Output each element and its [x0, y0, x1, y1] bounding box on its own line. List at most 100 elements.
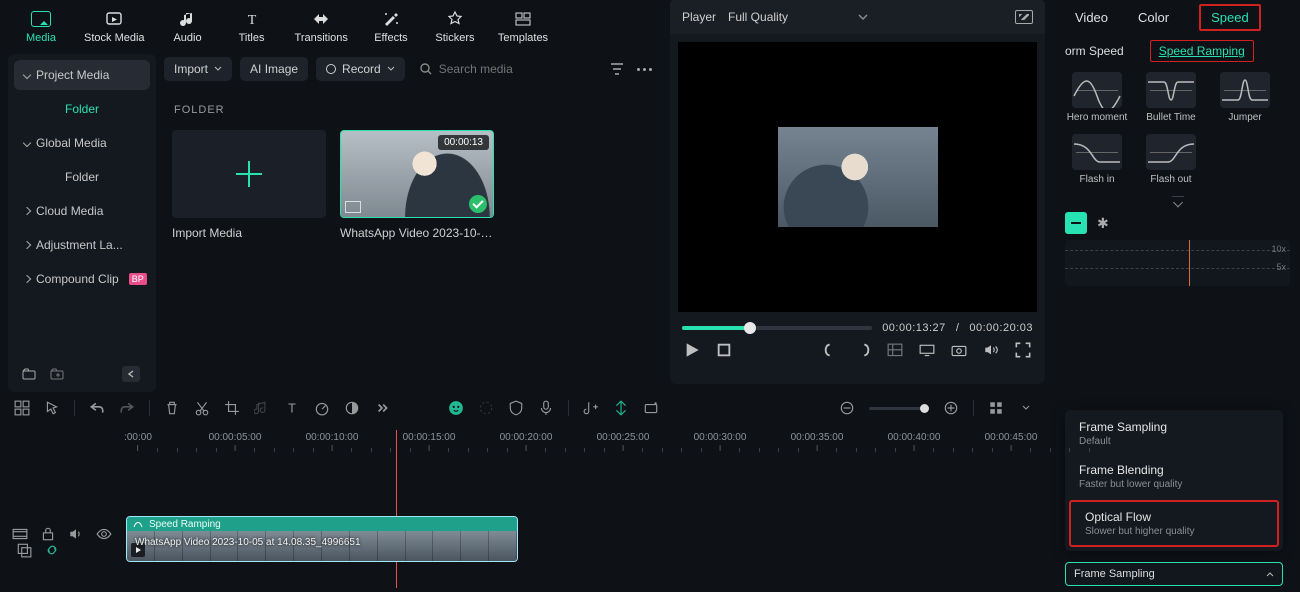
preset-bullet-time[interactable]: Bullet Time	[1139, 72, 1203, 124]
preset-hero-moment[interactable]: Hero moment	[1065, 72, 1129, 124]
crop-button[interactable]	[224, 400, 240, 416]
mute-icon[interactable]	[68, 526, 84, 542]
sidebar-project-media[interactable]: Project Media	[14, 60, 150, 90]
fullscreen-icon[interactable]	[1015, 342, 1031, 358]
eye-icon[interactable]	[96, 526, 112, 542]
snapshot-button[interactable]	[951, 342, 967, 358]
track-options-icon[interactable]	[1018, 400, 1034, 416]
sidebar-cloud-media[interactable]: Cloud Media	[14, 196, 150, 226]
play-button[interactable]	[684, 342, 700, 358]
new-folder-icon[interactable]	[22, 367, 36, 381]
tab-effects[interactable]: Effects	[370, 10, 412, 44]
video-tile[interactable]: 00:00:13 WhatsApp Video 2023-10-05...	[340, 130, 494, 240]
shield-icon[interactable]	[508, 400, 524, 416]
preset-jumper[interactable]: Jumper	[1213, 72, 1277, 124]
speed-ramp-graph[interactable]: 10x 5x	[1065, 240, 1290, 286]
tab-stickers[interactable]: Stickers	[434, 10, 476, 44]
freeze-frame-icon[interactable]: ✱	[1097, 215, 1109, 232]
search-input[interactable]	[439, 62, 549, 76]
zoom-in-button[interactable]	[943, 400, 959, 416]
player-label: Player	[682, 10, 716, 24]
time-ruler[interactable]: :00:0000:00:05:0000:00:10:0000:00:15:000…	[124, 432, 1040, 460]
grid-view-icon[interactable]	[14, 400, 30, 416]
mode-speed-ramping[interactable]: Speed Ramping	[1150, 40, 1254, 62]
undo-button[interactable]	[89, 400, 105, 416]
sidebar-folder-2[interactable]: Folder	[14, 162, 150, 192]
option-optical-flow[interactable]: Optical Flow Slower but higher quality	[1069, 500, 1279, 547]
player-viewport[interactable]	[678, 42, 1037, 312]
ratio-icon[interactable]	[887, 342, 903, 358]
zoom-out-button[interactable]	[839, 400, 855, 416]
audio-sync-icon[interactable]	[583, 400, 599, 416]
sidebar-global-media[interactable]: Global Media	[14, 128, 150, 158]
option-frame-sampling[interactable]: Frame Sampling Default	[1065, 412, 1283, 455]
inspector-tab-video[interactable]: Video	[1075, 10, 1108, 25]
interpolation-popup: Frame Sampling Default Frame Blending Fa…	[1065, 410, 1283, 551]
marker-icon[interactable]	[613, 400, 629, 416]
tab-stock-media[interactable]: Stock Media	[84, 10, 145, 44]
render-icon[interactable]	[643, 400, 659, 416]
more-tools-icon[interactable]	[374, 400, 390, 416]
more-options-icon[interactable]	[633, 64, 656, 75]
sidebar-adjustment-layer[interactable]: Adjustment La...	[14, 230, 150, 260]
import-button[interactable]: Import	[164, 57, 232, 81]
copy-track-icon[interactable]	[16, 542, 32, 558]
tab-transitions[interactable]: Transitions	[295, 10, 348, 44]
option-frame-blending[interactable]: Frame Blending Faster but lower quality	[1065, 455, 1283, 498]
zoom-knob[interactable]	[920, 404, 929, 413]
cut-button[interactable]	[194, 400, 210, 416]
track-display-icon[interactable]	[988, 400, 1004, 416]
zoom-slider[interactable]	[869, 407, 929, 410]
lock-icon[interactable]	[40, 526, 56, 542]
display-icon[interactable]	[919, 342, 935, 358]
pointer-tool-icon[interactable]	[44, 400, 60, 416]
mode-uniform-speed[interactable]: orm Speed	[1065, 44, 1124, 58]
preset-flash-out[interactable]: Flash out	[1139, 134, 1203, 186]
preset-flash-in[interactable]: Flash in	[1065, 134, 1129, 186]
sidebar-folder-active[interactable]: Folder	[14, 94, 150, 124]
top-toolbar: Media Stock Media Audio T Titles Transit…	[0, 0, 660, 50]
interpolation-select[interactable]: Frame Sampling	[1065, 562, 1283, 586]
track-video-icon[interactable]	[12, 526, 28, 542]
remove-keyframe-button[interactable]	[1065, 212, 1087, 234]
interpolation-selected-value: Frame Sampling	[1074, 568, 1155, 580]
import-media-tile[interactable]: Import Media	[172, 130, 326, 240]
snapshot-icon[interactable]	[1015, 10, 1033, 24]
new-bin-icon[interactable]	[50, 367, 64, 381]
color-tool-icon[interactable]	[344, 400, 360, 416]
tab-media[interactable]: Media	[20, 10, 62, 44]
stop-button[interactable]	[716, 342, 732, 358]
expand-divider[interactable]	[1172, 196, 1184, 206]
filter-icon[interactable]	[609, 61, 625, 77]
import-thumb[interactable]	[172, 130, 326, 218]
tab-audio[interactable]: Audio	[167, 10, 209, 44]
quality-selector[interactable]: Full Quality	[728, 10, 868, 24]
tab-templates[interactable]: Templates	[498, 10, 548, 44]
beat-detect-icon[interactable]	[254, 400, 270, 416]
text-tool-icon[interactable]: T	[284, 400, 300, 416]
mic-icon[interactable]	[538, 400, 554, 416]
inspector-tab-speed[interactable]: Speed	[1199, 4, 1261, 31]
delete-button[interactable]	[164, 400, 180, 416]
ramp-cursor[interactable]	[1189, 240, 1190, 286]
record-button[interactable]: Record	[316, 57, 405, 81]
redo-button[interactable]	[119, 400, 135, 416]
import-caption: Import Media	[172, 226, 326, 240]
ai-tools-icon[interactable]	[448, 400, 464, 416]
seek-knob[interactable]	[744, 322, 756, 334]
seek-bar[interactable]	[682, 326, 872, 330]
volume-icon[interactable]	[983, 342, 999, 358]
tab-titles[interactable]: T Titles	[231, 10, 273, 44]
sidebar-compound-clip[interactable]: Compound Clip BP	[14, 264, 150, 294]
ai-image-button[interactable]: AI Image	[240, 57, 308, 81]
speed-tool-icon[interactable]	[314, 400, 330, 416]
link-icon[interactable]	[44, 542, 60, 558]
playhead[interactable]	[396, 430, 397, 588]
video-thumb[interactable]: 00:00:13	[340, 130, 494, 218]
mark-out-icon[interactable]	[855, 342, 871, 358]
timeline-clip[interactable]: Speed Ramping WhatsApp Video 2023-10-05 …	[126, 516, 518, 562]
search-media[interactable]	[413, 58, 601, 80]
inspector-tab-color[interactable]: Color	[1138, 10, 1169, 25]
collapse-sidebar-button[interactable]	[122, 366, 140, 382]
mark-in-icon[interactable]	[823, 342, 839, 358]
